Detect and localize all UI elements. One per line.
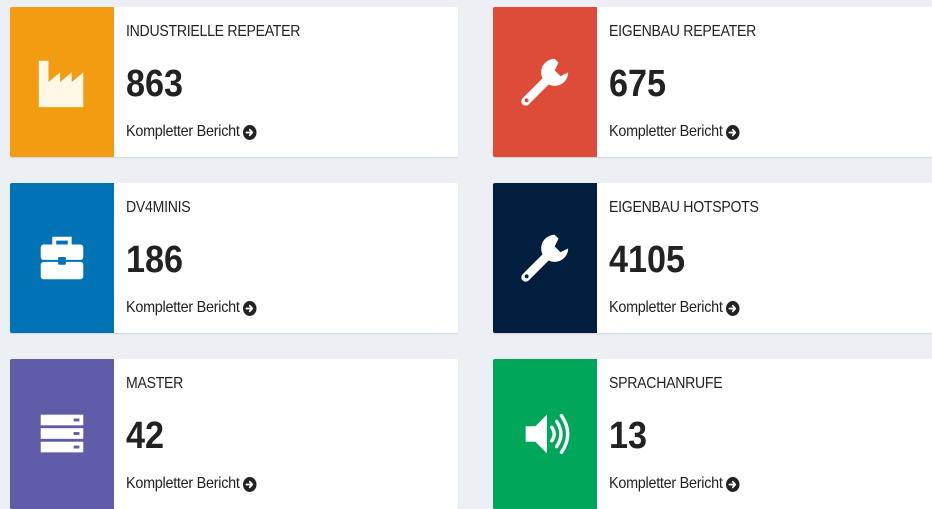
card-value: 42 — [126, 415, 165, 457]
stat-card-master: MASTER 42 Kompletter Bericht — [10, 359, 458, 509]
card-value: 863 — [126, 63, 184, 105]
card-value: 186 — [126, 239, 184, 281]
card-value: 4105 — [609, 239, 686, 281]
card-title: EIGENBAU REPEATER — [609, 23, 757, 40]
full-report-link[interactable]: Kompletter Bericht — [609, 475, 740, 493]
server-icon — [40, 414, 84, 453]
card-title: MASTER — [126, 375, 184, 392]
briefcase-icon — [40, 236, 84, 280]
full-report-link[interactable]: Kompletter Bericht — [609, 299, 740, 317]
card-value: 675 — [609, 63, 667, 105]
link-label: Kompletter Bericht — [126, 475, 240, 492]
full-report-link[interactable]: Kompletter Bericht — [126, 123, 257, 141]
full-report-link[interactable]: Kompletter Bericht — [126, 475, 257, 493]
card-title: DV4MINIS — [126, 199, 191, 216]
arrow-circle-right-icon — [726, 300, 740, 316]
icon-box — [493, 359, 597, 509]
wrench-icon — [521, 234, 569, 282]
arrow-circle-right-icon — [726, 476, 740, 492]
link-label: Kompletter Bericht — [126, 123, 240, 140]
arrow-circle-right-icon — [726, 124, 740, 140]
link-label: Kompletter Bericht — [609, 475, 723, 492]
card-value: 13 — [609, 415, 648, 457]
arrow-circle-right-icon — [243, 476, 257, 492]
link-label: Kompletter Bericht — [609, 299, 723, 316]
link-label: Kompletter Bericht — [609, 123, 723, 140]
stat-card-dv4minis: DV4MINIS 186 Kompletter Bericht — [10, 183, 458, 333]
stat-card-eigenbau-hotspots: EIGENBAU HOTSPOTS 4105 Kompletter Berich… — [493, 183, 932, 333]
link-label: Kompletter Bericht — [126, 299, 240, 316]
arrow-circle-right-icon — [243, 124, 257, 140]
arrow-circle-right-icon — [243, 300, 257, 316]
full-report-link[interactable]: Kompletter Bericht — [609, 123, 740, 141]
card-title: SPRACHANRUFE — [609, 375, 723, 392]
factory-icon — [38, 60, 84, 108]
icon-box — [10, 183, 114, 333]
card-title: EIGENBAU HOTSPOTS — [609, 199, 759, 216]
icon-box — [493, 7, 597, 157]
wrench-icon — [521, 58, 569, 106]
stat-card-sprachanrufe: SPRACHANRUFE 13 Kompletter Bericht — [493, 359, 932, 509]
card-title: INDUSTRIELLE REPEATER — [126, 23, 301, 40]
volume-icon — [525, 413, 570, 455]
icon-box — [493, 183, 597, 333]
stat-card-eigenbau-repeater: EIGENBAU REPEATER 675 Kompletter Bericht — [493, 7, 932, 157]
full-report-link[interactable]: Kompletter Bericht — [126, 299, 257, 317]
icon-box — [10, 7, 114, 157]
icon-box — [10, 359, 114, 509]
stat-card-industrielle-repeater: INDUSTRIELLE REPEATER 863 Kompletter Ber… — [10, 7, 458, 157]
